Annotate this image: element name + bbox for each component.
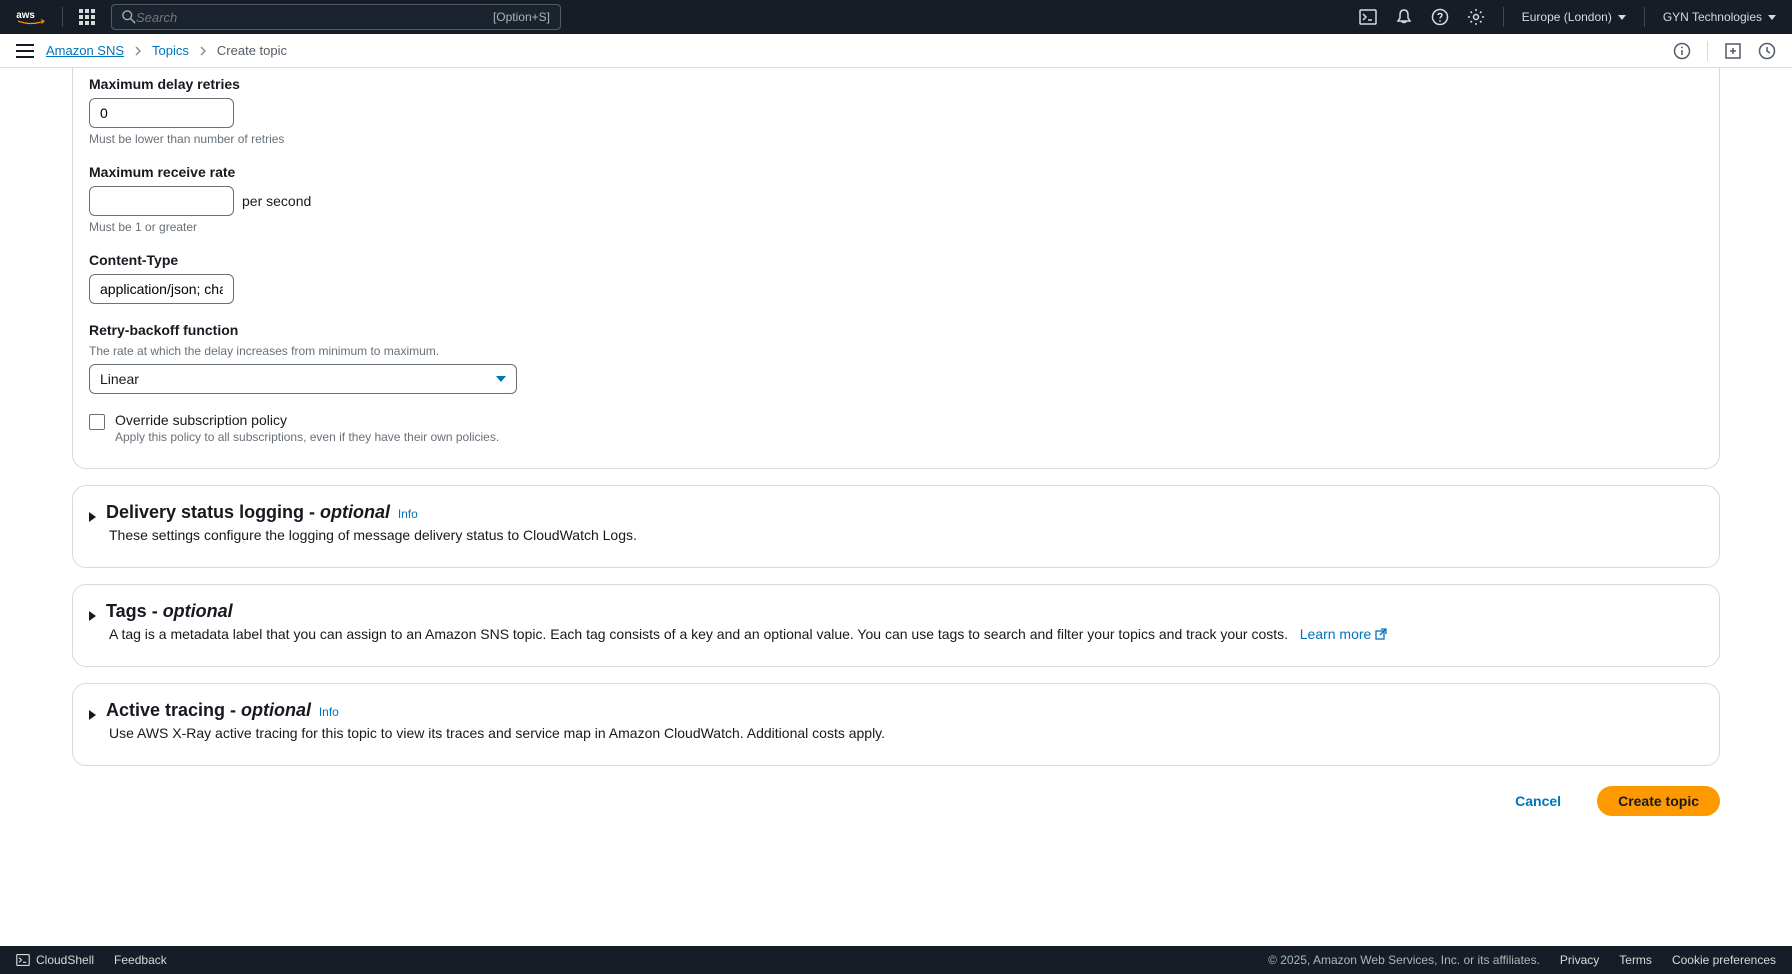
content-type-field: Content-Type — [89, 252, 1703, 304]
form-actions: Cancel Create topic — [72, 786, 1720, 816]
active-tracing-desc: Use AWS X-Ray active tracing for this to… — [109, 725, 1703, 741]
breadcrumb: Amazon SNS Topics Create topic — [46, 43, 287, 58]
footer: CloudShell Feedback © 2025, Amazon Web S… — [0, 946, 1792, 974]
svg-text:aws: aws — [16, 10, 35, 21]
content-type-input[interactable] — [89, 274, 234, 304]
nav-divider — [1503, 7, 1504, 27]
retry-backoff-desc: The rate at which the delay increases fr… — [89, 344, 1703, 358]
create-topic-button[interactable]: Create topic — [1597, 786, 1720, 816]
footer-copyright: © 2025, Amazon Web Services, Inc. or its… — [1268, 953, 1540, 967]
region-selector[interactable]: Europe (London) — [1522, 10, 1626, 24]
hamburger-icon[interactable] — [16, 44, 34, 58]
top-nav: aws [Option+S] Europe (London) GYN Techn… — [0, 0, 1792, 34]
max-delay-retries-field: Maximum delay retries Must be lower than… — [89, 76, 1703, 146]
chevron-right-icon — [199, 46, 207, 56]
nav-divider — [1644, 7, 1645, 27]
caret-down-icon — [496, 376, 506, 382]
override-policy-hint: Apply this policy to all subscriptions, … — [115, 430, 499, 444]
max-receive-rate-field: Maximum receive rate per second Must be … — [89, 164, 1703, 234]
retry-backoff-value: Linear — [100, 371, 139, 387]
content-type-label: Content-Type — [89, 252, 1703, 268]
cancel-button[interactable]: Cancel — [1495, 787, 1581, 815]
help-icon[interactable] — [1431, 8, 1449, 26]
breadcrumb-current: Create topic — [217, 43, 287, 58]
cookie-preferences-link[interactable]: Cookie preferences — [1672, 953, 1776, 967]
retry-backoff-label: Retry-backoff function — [89, 322, 1703, 338]
max-delay-retries-hint: Must be lower than number of retries — [89, 132, 1703, 146]
info-circle-icon[interactable] — [1673, 42, 1691, 60]
cloudshell-icon — [16, 953, 30, 967]
nav-divider — [62, 7, 63, 27]
privacy-link[interactable]: Privacy — [1560, 953, 1599, 967]
terms-link[interactable]: Terms — [1619, 953, 1652, 967]
active-tracing-title: Active tracing - optional — [106, 700, 311, 720]
delivery-status-desc: These settings configure the logging of … — [109, 527, 1703, 543]
max-receive-rate-hint: Must be 1 or greater — [89, 220, 1703, 234]
delivery-retry-panel: Maximum delay retries Must be lower than… — [72, 68, 1720, 469]
expand-caret-icon[interactable] — [89, 512, 96, 522]
search-box[interactable]: [Option+S] — [111, 4, 561, 30]
retry-backoff-select[interactable]: Linear — [89, 364, 517, 394]
account-selector[interactable]: GYN Technologies — [1663, 10, 1776, 24]
search-input[interactable] — [136, 10, 493, 25]
caret-down-icon — [1618, 15, 1626, 20]
tags-section: Tags - optional A tag is a metadata labe… — [72, 584, 1720, 667]
expand-icon[interactable] — [1724, 42, 1742, 60]
apps-icon[interactable] — [79, 9, 95, 25]
override-policy-checkbox[interactable] — [89, 414, 105, 430]
max-receive-rate-suffix: per second — [242, 193, 311, 209]
info-link[interactable]: Info — [319, 705, 339, 719]
divider — [1707, 41, 1708, 61]
max-delay-retries-label: Maximum delay retries — [89, 76, 1703, 92]
cloudshell-icon[interactable] — [1359, 8, 1377, 26]
override-policy-label: Override subscription policy — [115, 412, 499, 428]
chevron-right-icon — [134, 46, 142, 56]
aws-logo[interactable]: aws — [16, 8, 46, 26]
expand-caret-icon[interactable] — [89, 710, 96, 720]
max-receive-rate-input[interactable] — [89, 186, 234, 216]
delivery-status-section: Delivery status logging - optional Info … — [72, 485, 1720, 568]
cloudshell-footer-button[interactable]: CloudShell — [16, 953, 94, 967]
active-tracing-section: Active tracing - optional Info Use AWS X… — [72, 683, 1720, 766]
breadcrumb-bar: Amazon SNS Topics Create topic — [0, 34, 1792, 68]
max-receive-rate-label: Maximum receive rate — [89, 164, 1703, 180]
delivery-status-title: Delivery status logging - optional — [106, 502, 390, 522]
clock-icon[interactable] — [1758, 42, 1776, 60]
search-icon — [122, 10, 136, 24]
retry-backoff-field: Retry-backoff function The rate at which… — [89, 322, 1703, 394]
caret-down-icon — [1768, 15, 1776, 20]
search-shortcut: [Option+S] — [493, 10, 550, 24]
max-delay-retries-input[interactable] — [89, 98, 234, 128]
learn-more-link[interactable]: Learn more — [1300, 626, 1388, 642]
tags-title: Tags - optional — [106, 601, 233, 621]
breadcrumb-mid[interactable]: Topics — [152, 43, 189, 58]
gear-icon[interactable] — [1467, 8, 1485, 26]
external-link-icon — [1375, 628, 1387, 640]
main-content: Maximum delay retries Must be lower than… — [0, 68, 1792, 866]
info-link[interactable]: Info — [398, 507, 418, 521]
override-policy-field: Override subscription policy Apply this … — [89, 412, 1703, 444]
tags-desc: A tag is a metadata label that you can a… — [109, 626, 1703, 642]
expand-caret-icon[interactable] — [89, 611, 96, 621]
feedback-button[interactable]: Feedback — [114, 953, 167, 967]
bell-icon[interactable] — [1395, 8, 1413, 26]
breadcrumb-root[interactable]: Amazon SNS — [46, 43, 124, 58]
